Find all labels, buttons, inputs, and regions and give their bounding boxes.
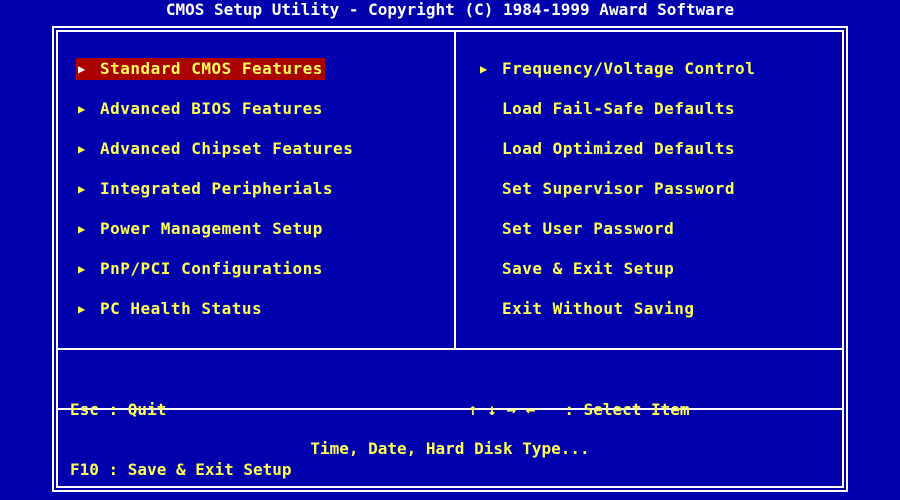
menu-item-frequency-voltage-control[interactable]: ▶ Frequency/Voltage Control [478, 58, 755, 98]
submenu-arrow-icon: ▶ [78, 182, 86, 196]
submenu-arrow-icon: ▶ [78, 222, 86, 236]
menu-item-power-management-setup[interactable]: ▶ Power Management Setup [76, 218, 353, 258]
menu-item-pnp-pci-configurations[interactable]: ▶ PnP/PCI Configurations [76, 258, 353, 298]
submenu-arrow-icon: ▶ [78, 102, 86, 116]
menu-divider [56, 348, 844, 350]
menu-item-advanced-chipset-features[interactable]: ▶ Advanced Chipset Features [76, 138, 353, 178]
menu-item-load-fail-safe-defaults[interactable]: Load Fail-Safe Defaults [478, 98, 755, 138]
key-help-right: ↑ ↓ → ← : Select Item [468, 360, 690, 440]
window-title: CMOS Setup Utility - Copyright (C) 1984-… [165, 0, 735, 19]
menu-item-pc-health-status[interactable]: ▶ PC Health Status [76, 298, 353, 338]
submenu-arrow-icon: ▶ [78, 302, 86, 316]
menu-item-label: PC Health Status [100, 299, 263, 318]
menu-item-set-user-password[interactable]: Set User Password [478, 218, 755, 258]
menu-item-label: Integrated Peripherials [100, 179, 334, 198]
menu-item-label: Exit Without Saving [502, 299, 695, 318]
right-menu: ▶ Frequency/Voltage Control Load Fail-Saf… [478, 58, 755, 338]
menu-item-save-exit-setup[interactable]: Save & Exit Setup [478, 258, 755, 298]
submenu-arrow-icon: ▶ [78, 142, 86, 156]
left-menu: ▶ Standard CMOS Features ▶ Advanced BIOS F… [76, 58, 353, 338]
menu-item-load-optimized-defaults[interactable]: Load Optimized Defaults [478, 138, 755, 178]
menu-item-label: Advanced BIOS Features [100, 99, 323, 118]
menu-item-label: Load Fail-Safe Defaults [502, 99, 736, 118]
menu-item-label: Standard CMOS Features [100, 58, 325, 80]
status-description: Time, Date, Hard Disk Type... [310, 439, 590, 458]
submenu-arrow-icon: ▶ [76, 58, 100, 80]
select-item-hint: ↑ ↓ → ← : Select Item [468, 400, 690, 419]
menu-item-advanced-bios-features[interactable]: ▶ Advanced BIOS Features [76, 98, 353, 138]
key-help-left: Esc : Quit F10 : Save & Exit Setup [70, 360, 292, 500]
menu-item-label: PnP/PCI Configurations [100, 259, 323, 278]
submenu-arrow-icon: ▶ [78, 262, 86, 276]
menu-item-label: Save & Exit Setup [502, 259, 675, 278]
menu-item-integrated-peripherials[interactable]: ▶ Integrated Peripherials [76, 178, 353, 218]
menu-item-label: Set Supervisor Password [502, 179, 736, 198]
menu-item-label: Load Optimized Defaults [502, 139, 736, 158]
menu-item-label: Frequency/Voltage Control [502, 59, 756, 78]
menu-item-exit-without-saving[interactable]: Exit Without Saving [478, 298, 755, 338]
esc-quit-hint: Esc : Quit [70, 400, 167, 419]
menu-item-label: Set User Password [502, 219, 675, 238]
f10-save-exit-hint: F10 : Save & Exit Setup [70, 460, 292, 479]
menu-item-label: Power Management Setup [100, 219, 323, 238]
menu-item-label: Advanced Chipset Features [100, 139, 354, 158]
menu-item-set-supervisor-password[interactable]: Set Supervisor Password [478, 178, 755, 218]
column-divider [454, 30, 456, 350]
submenu-arrow-icon: ▶ [480, 62, 488, 76]
menu-item-standard-cmos-features[interactable]: ▶ Standard CMOS Features [76, 58, 353, 98]
